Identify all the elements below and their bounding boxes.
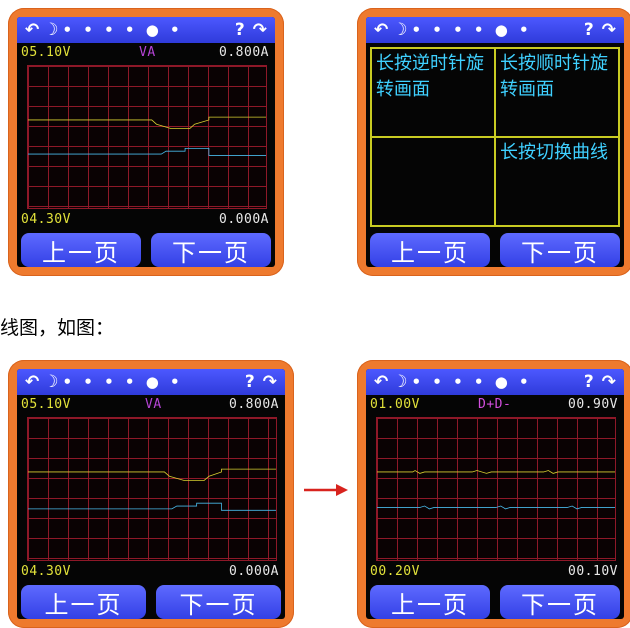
question-icon[interactable]: ?: [245, 372, 255, 392]
rotate-cw-icon[interactable]: ↷: [253, 20, 267, 40]
current-trace: [28, 148, 266, 155]
next-page-button[interactable]: 下一页: [500, 233, 620, 267]
next-page-button[interactable]: 下一页: [156, 585, 281, 619]
menu-switch-curve[interactable]: 长按切换曲线: [495, 137, 619, 226]
status-bar: ↶ ☽ • • • • ● • ? ↷: [366, 369, 624, 395]
moon-icon: ☽: [43, 372, 59, 392]
page-dots: • • • • ● •: [62, 373, 183, 391]
rotate-cw-icon[interactable]: ↷: [602, 20, 616, 40]
page-nav: 上一页 下一页: [366, 585, 624, 619]
page-nav: 上一页 下一页: [17, 233, 275, 267]
menu-rotate-cw[interactable]: 长按顺时针旋转画面: [495, 48, 619, 137]
meter-screen: ↶ ☽ • • • • ● • ? ↷ 01.00V D+D- 00.90V 0…: [366, 369, 624, 619]
curve-plot: [27, 417, 277, 561]
status-bar: ↶ ☽ • • • • ● • ? ↷: [17, 369, 285, 395]
status-bar: ↶ ☽ • • • • ● • ? ↷: [366, 17, 624, 43]
menu-empty: [371, 137, 495, 226]
voltage-trace: [28, 117, 266, 128]
voltage-top-label: 05.10V: [21, 45, 71, 60]
page-dots: • • • • ● •: [411, 21, 532, 39]
caption-text: 线图，如图：: [0, 317, 115, 339]
mode-label: VA: [145, 397, 162, 412]
arrow-right-icon: [304, 484, 348, 496]
status-bar: ↶ ☽ • • • • ● • ? ↷: [17, 17, 275, 43]
dminus-trace: [377, 506, 615, 509]
question-icon[interactable]: ?: [584, 372, 594, 392]
meter-screen: ↶ ☽ • • • • ● • ? ↷ 05.10V VA 0.800A 04.…: [17, 369, 285, 619]
dplus-trace: [377, 471, 615, 474]
meter-device-4: ↶ ☽ • • • • ● • ? ↷ 01.00V D+D- 00.90V 0…: [357, 360, 630, 628]
voltage-top-label: 05.10V: [21, 397, 71, 412]
next-page-button[interactable]: 下一页: [500, 585, 620, 619]
current-top-label: 0.800A: [219, 45, 269, 60]
moon-icon: ☽: [392, 20, 408, 40]
meter-device-2: ↶ ☽ • • • • ● • ? ↷ 长按逆时针旋转画面 长按顺时针旋转画面 …: [357, 8, 630, 276]
prev-page-button[interactable]: 上一页: [370, 585, 490, 619]
page-dots: • • • • ● •: [62, 21, 183, 39]
page-dots: • • • • ● •: [411, 373, 532, 391]
prev-page-button[interactable]: 上一页: [370, 233, 490, 267]
page-nav: 上一页 下一页: [17, 585, 285, 619]
page-nav: 上一页 下一页: [366, 233, 624, 267]
prev-page-button[interactable]: 上一页: [21, 233, 141, 267]
meter-device-1: ↶ ☽ • • • • ● • ? ↷ 05.10V VA 0.800A 04.…: [8, 8, 284, 276]
voltage-bottom-label: 04.30V: [21, 212, 71, 227]
current-bottom-label: 00.10V: [568, 564, 618, 579]
rotate-ccw-icon[interactable]: ↶: [374, 372, 388, 392]
rotate-ccw-icon[interactable]: ↶: [25, 20, 39, 40]
voltage-top-label: 01.00V: [370, 397, 420, 412]
current-top-label: 0.800A: [229, 397, 279, 412]
meter-device-3: ↶ ☽ • • • • ● • ? ↷ 05.10V VA 0.800A 04.…: [8, 360, 294, 628]
voltage-bottom-label: 00.20V: [370, 564, 420, 579]
mode-label: D+D-: [478, 397, 512, 412]
meter-screen: ↶ ☽ • • • • ● • ? ↷ 05.10V VA 0.800A 04.…: [17, 17, 275, 267]
next-page-button[interactable]: 下一页: [151, 233, 271, 267]
voltage-trace: [28, 469, 276, 480]
moon-icon: ☽: [43, 20, 59, 40]
voltage-bottom-label: 04.30V: [21, 564, 71, 579]
curve-plot: [27, 65, 267, 209]
curve-plot: [376, 417, 616, 561]
rotate-cw-icon[interactable]: ↷: [263, 372, 277, 392]
question-icon[interactable]: ?: [235, 20, 245, 40]
menu-rotate-ccw[interactable]: 长按逆时针旋转画面: [371, 48, 495, 137]
rotate-ccw-icon[interactable]: ↶: [25, 372, 39, 392]
rotate-ccw-icon[interactable]: ↶: [374, 20, 388, 40]
meter-screen: ↶ ☽ • • • • ● • ? ↷ 长按逆时针旋转画面 长按顺时针旋转画面 …: [366, 17, 624, 267]
mode-label: VA: [139, 45, 156, 60]
current-top-label: 00.90V: [568, 397, 618, 412]
gesture-menu: 长按逆时针旋转画面 长按顺时针旋转画面 长按切换曲线: [370, 47, 620, 227]
current-trace: [28, 503, 276, 510]
moon-icon: ☽: [392, 372, 408, 392]
current-bottom-label: 0.000A: [219, 212, 269, 227]
rotate-cw-icon[interactable]: ↷: [602, 372, 616, 392]
prev-page-button[interactable]: 上一页: [21, 585, 146, 619]
current-bottom-label: 0.000A: [229, 564, 279, 579]
question-icon[interactable]: ?: [584, 20, 594, 40]
